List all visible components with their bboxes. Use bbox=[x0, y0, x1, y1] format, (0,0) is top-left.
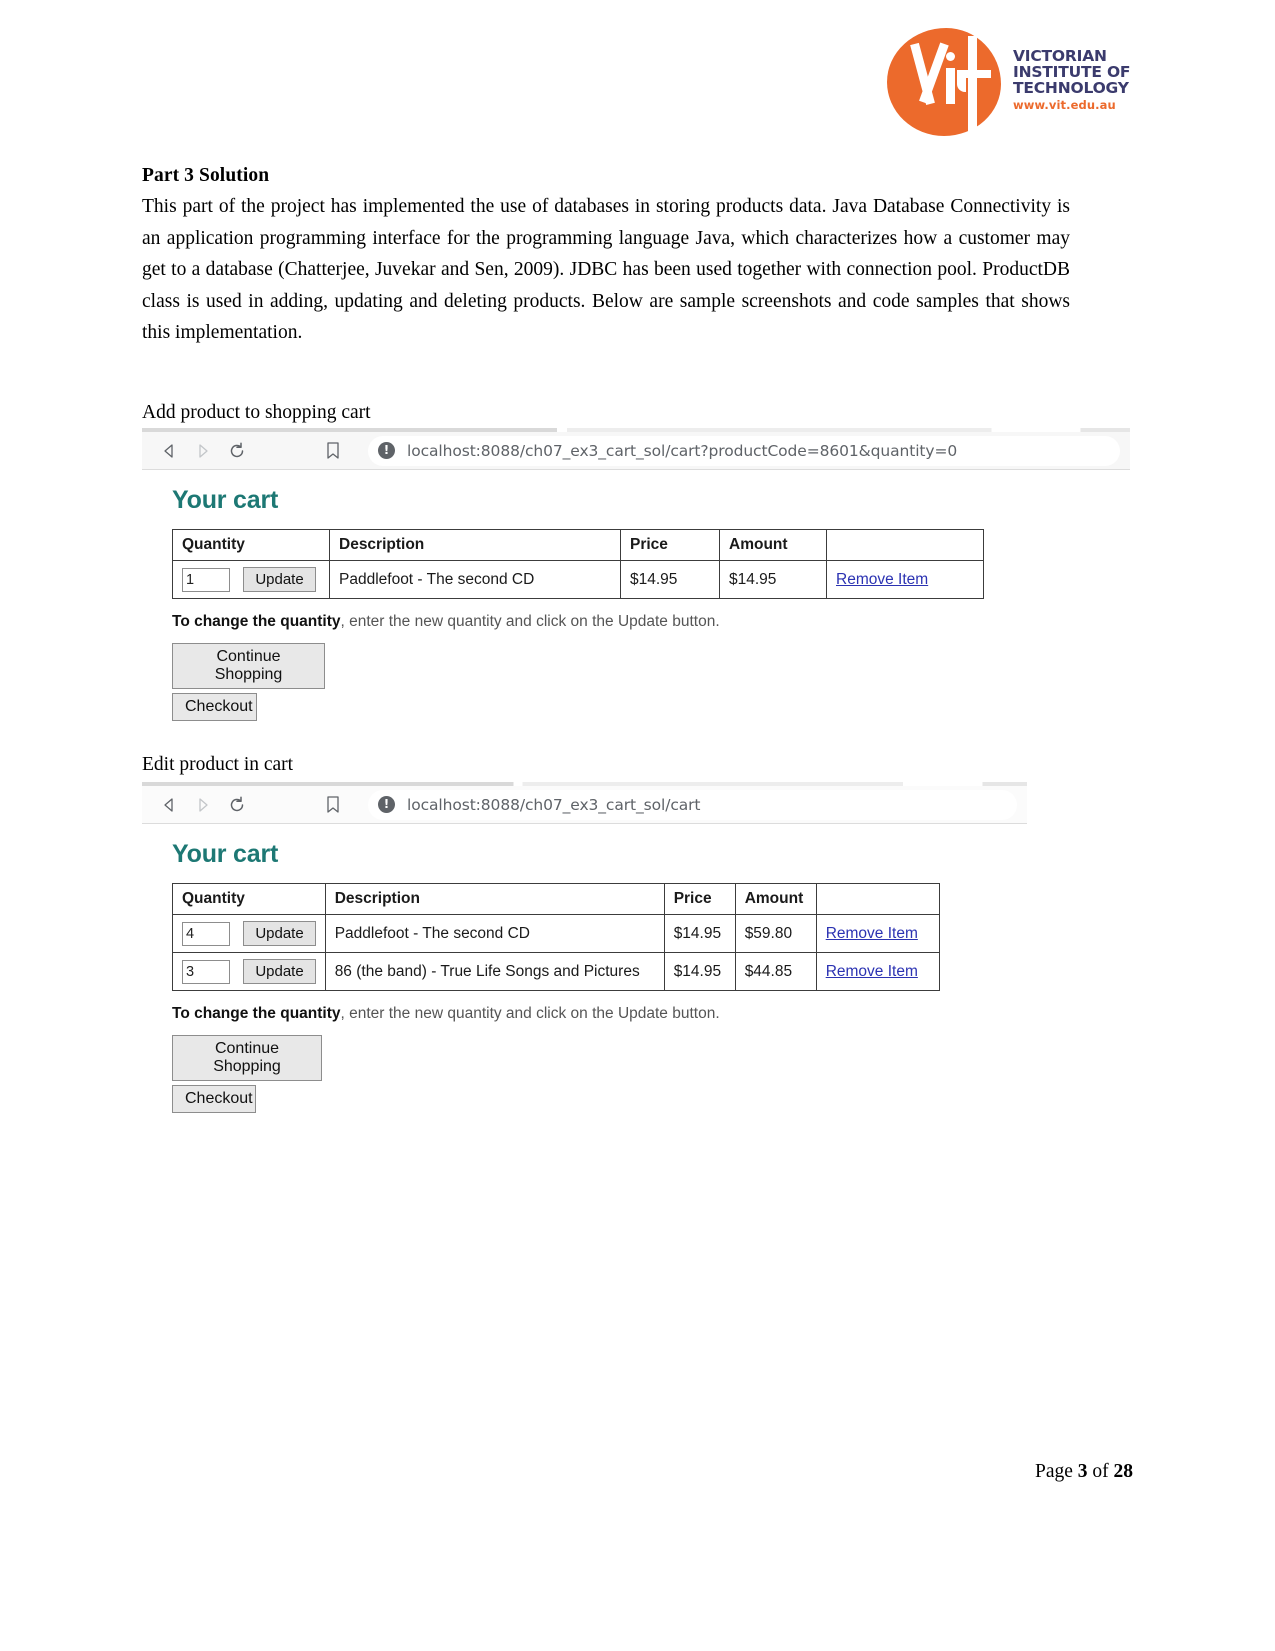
intro-paragraph: This part of the project has implemented… bbox=[142, 196, 1070, 344]
screenshot-edit-product-in-cart: ! localhost:8088/ch07_ex3_cart_sol/cart … bbox=[142, 782, 1027, 1127]
update-button[interactable]: Update bbox=[243, 567, 316, 592]
section-heading-edit-product: Edit product in cart bbox=[142, 754, 294, 775]
cart-heading-1: Your cart bbox=[172, 486, 279, 514]
table-row: Update Paddlefoot - The second CD $14.95… bbox=[172, 560, 984, 599]
cell-remove: Remove Item bbox=[826, 560, 984, 599]
column-header-amount: Amount bbox=[719, 529, 827, 561]
footer-total-pages: 28 bbox=[1113, 1461, 1134, 1482]
logo-wordmark: VICTORIAN INSTITUTE OF TECHNOLOGY www.vi… bbox=[1013, 48, 1131, 113]
checkout-button[interactable]: Checkout bbox=[172, 1085, 256, 1113]
cart-table-1: Quantity Description Price Amount Update… bbox=[172, 529, 984, 599]
back-arrow-icon[interactable] bbox=[152, 797, 186, 813]
cell-description: Paddlefoot - The second CD bbox=[324, 914, 665, 953]
table-row: Update Paddlefoot - The second CD $14.95… bbox=[172, 914, 940, 953]
footer-prefix: Page bbox=[1034, 1461, 1078, 1482]
reload-icon[interactable] bbox=[220, 441, 254, 460]
column-header-description: Description bbox=[324, 883, 665, 915]
column-header-actions bbox=[815, 883, 940, 915]
address-bar-1[interactable]: ! localhost:8088/ch07_ex3_cart_sol/cart?… bbox=[368, 435, 1120, 466]
footer-current-page: 3 bbox=[1077, 1461, 1088, 1482]
cell-price: $14.95 bbox=[663, 914, 736, 953]
browser-toolbar-1: ! localhost:8088/ch07_ex3_cart_sol/cart?… bbox=[142, 432, 1130, 470]
checkout-button[interactable]: Checkout bbox=[172, 693, 257, 721]
forward-arrow-icon[interactable] bbox=[186, 797, 220, 813]
cart-heading-2: Your cart bbox=[172, 840, 279, 868]
url-text-1: localhost:8088/ch07_ex3_cart_sol/cart?pr… bbox=[407, 441, 958, 460]
quantity-hint-bold: To change the quantity bbox=[172, 1005, 341, 1022]
cell-quantity: Update bbox=[172, 560, 330, 599]
cell-price: $14.95 bbox=[663, 952, 736, 991]
footer-middle: of bbox=[1087, 1461, 1114, 1482]
column-header-quantity: Quantity bbox=[172, 529, 330, 561]
column-header-price: Price bbox=[620, 529, 720, 561]
cell-amount: $59.80 bbox=[734, 914, 817, 953]
section-heading-add-product: Add product to shopping cart bbox=[142, 402, 371, 423]
browser-toolbar-2: ! localhost:8088/ch07_ex3_cart_sol/cart bbox=[142, 786, 1027, 824]
reload-icon[interactable] bbox=[220, 795, 254, 814]
page-footer: Page 3 of 28 bbox=[1035, 1461, 1133, 1483]
bookmark-icon[interactable] bbox=[310, 795, 356, 814]
continue-shopping-button[interactable]: Continue Shopping bbox=[172, 1035, 322, 1081]
table-header-row: Quantity Description Price Amount bbox=[172, 883, 940, 915]
quantity-hint-rest: , enter the new quantity and click on th… bbox=[340, 613, 720, 630]
table-header-row: Quantity Description Price Amount bbox=[172, 529, 984, 561]
column-header-description: Description bbox=[329, 529, 621, 561]
info-icon[interactable]: ! bbox=[378, 442, 395, 459]
cart-actions-2: Continue Shopping Checkout bbox=[172, 1035, 1027, 1113]
column-header-actions bbox=[826, 529, 984, 561]
remove-item-link[interactable]: Remove Item bbox=[836, 571, 928, 588]
column-header-price: Price bbox=[663, 883, 736, 915]
update-button[interactable]: Update bbox=[243, 921, 316, 946]
back-arrow-icon[interactable] bbox=[152, 443, 186, 459]
cell-description: 86 (the band) - True Life Songs and Pict… bbox=[324, 952, 665, 991]
continue-shopping-button[interactable]: Continue Shopping bbox=[172, 643, 325, 689]
column-header-quantity: Quantity bbox=[172, 883, 326, 915]
quantity-hint-2: To change the quantity, enter the new qu… bbox=[172, 1005, 1027, 1023]
quantity-input[interactable] bbox=[182, 567, 230, 592]
cell-remove: Remove Item bbox=[815, 952, 940, 991]
quantity-input[interactable] bbox=[182, 921, 230, 946]
forward-arrow-icon[interactable] bbox=[186, 443, 220, 459]
quantity-input[interactable] bbox=[182, 959, 230, 984]
document-header-logo: VICTORIAN INSTITUTE OF TECHNOLOGY www.vi… bbox=[885, 18, 1150, 143]
cell-remove: Remove Item bbox=[815, 914, 940, 953]
remove-item-link[interactable]: Remove Item bbox=[826, 925, 918, 942]
cell-amount: $44.85 bbox=[734, 952, 817, 991]
vit-logo-icon bbox=[885, 22, 1007, 140]
cell-amount: $14.95 bbox=[719, 560, 827, 599]
column-header-amount: Amount bbox=[734, 883, 817, 915]
update-button[interactable]: Update bbox=[243, 959, 316, 984]
cell-description: Paddlefoot - The second CD bbox=[329, 560, 621, 599]
screenshot-add-product-to-cart: ! localhost:8088/ch07_ex3_cart_sol/cart?… bbox=[142, 428, 1130, 735]
cell-price: $14.95 bbox=[620, 560, 720, 599]
address-bar-2[interactable]: ! localhost:8088/ch07_ex3_cart_sol/cart bbox=[368, 789, 1017, 820]
document-body: Part 3 Solution This part of the project… bbox=[142, 165, 1070, 349]
cell-quantity: Update bbox=[172, 914, 326, 953]
cart-page-2: Your cart Quantity Description Price Amo… bbox=[142, 824, 1027, 1127]
info-icon[interactable]: ! bbox=[378, 796, 395, 813]
quantity-hint-bold: To change the quantity bbox=[172, 613, 341, 630]
logo-website-url: www.vit.edu.au bbox=[1013, 98, 1116, 113]
logo-line-3: TECHNOLOGY bbox=[1013, 78, 1129, 97]
quantity-hint-1: To change the quantity, enter the new qu… bbox=[172, 613, 1130, 631]
table-row: Update 86 (the band) - True Life Songs a… bbox=[172, 952, 940, 991]
cart-table-2: Quantity Description Price Amount Update… bbox=[172, 883, 940, 991]
remove-item-link[interactable]: Remove Item bbox=[826, 963, 918, 980]
cart-page-1: Your cart Quantity Description Price Amo… bbox=[142, 470, 1130, 735]
bookmark-icon[interactable] bbox=[310, 441, 356, 460]
url-text-2: localhost:8088/ch07_ex3_cart_sol/cart bbox=[407, 795, 701, 814]
page-title: Part 3 Solution bbox=[142, 165, 270, 186]
cart-actions-1: Continue Shopping Checkout bbox=[172, 643, 1130, 721]
quantity-hint-rest: , enter the new quantity and click on th… bbox=[340, 1005, 720, 1022]
cell-quantity: Update bbox=[172, 952, 326, 991]
